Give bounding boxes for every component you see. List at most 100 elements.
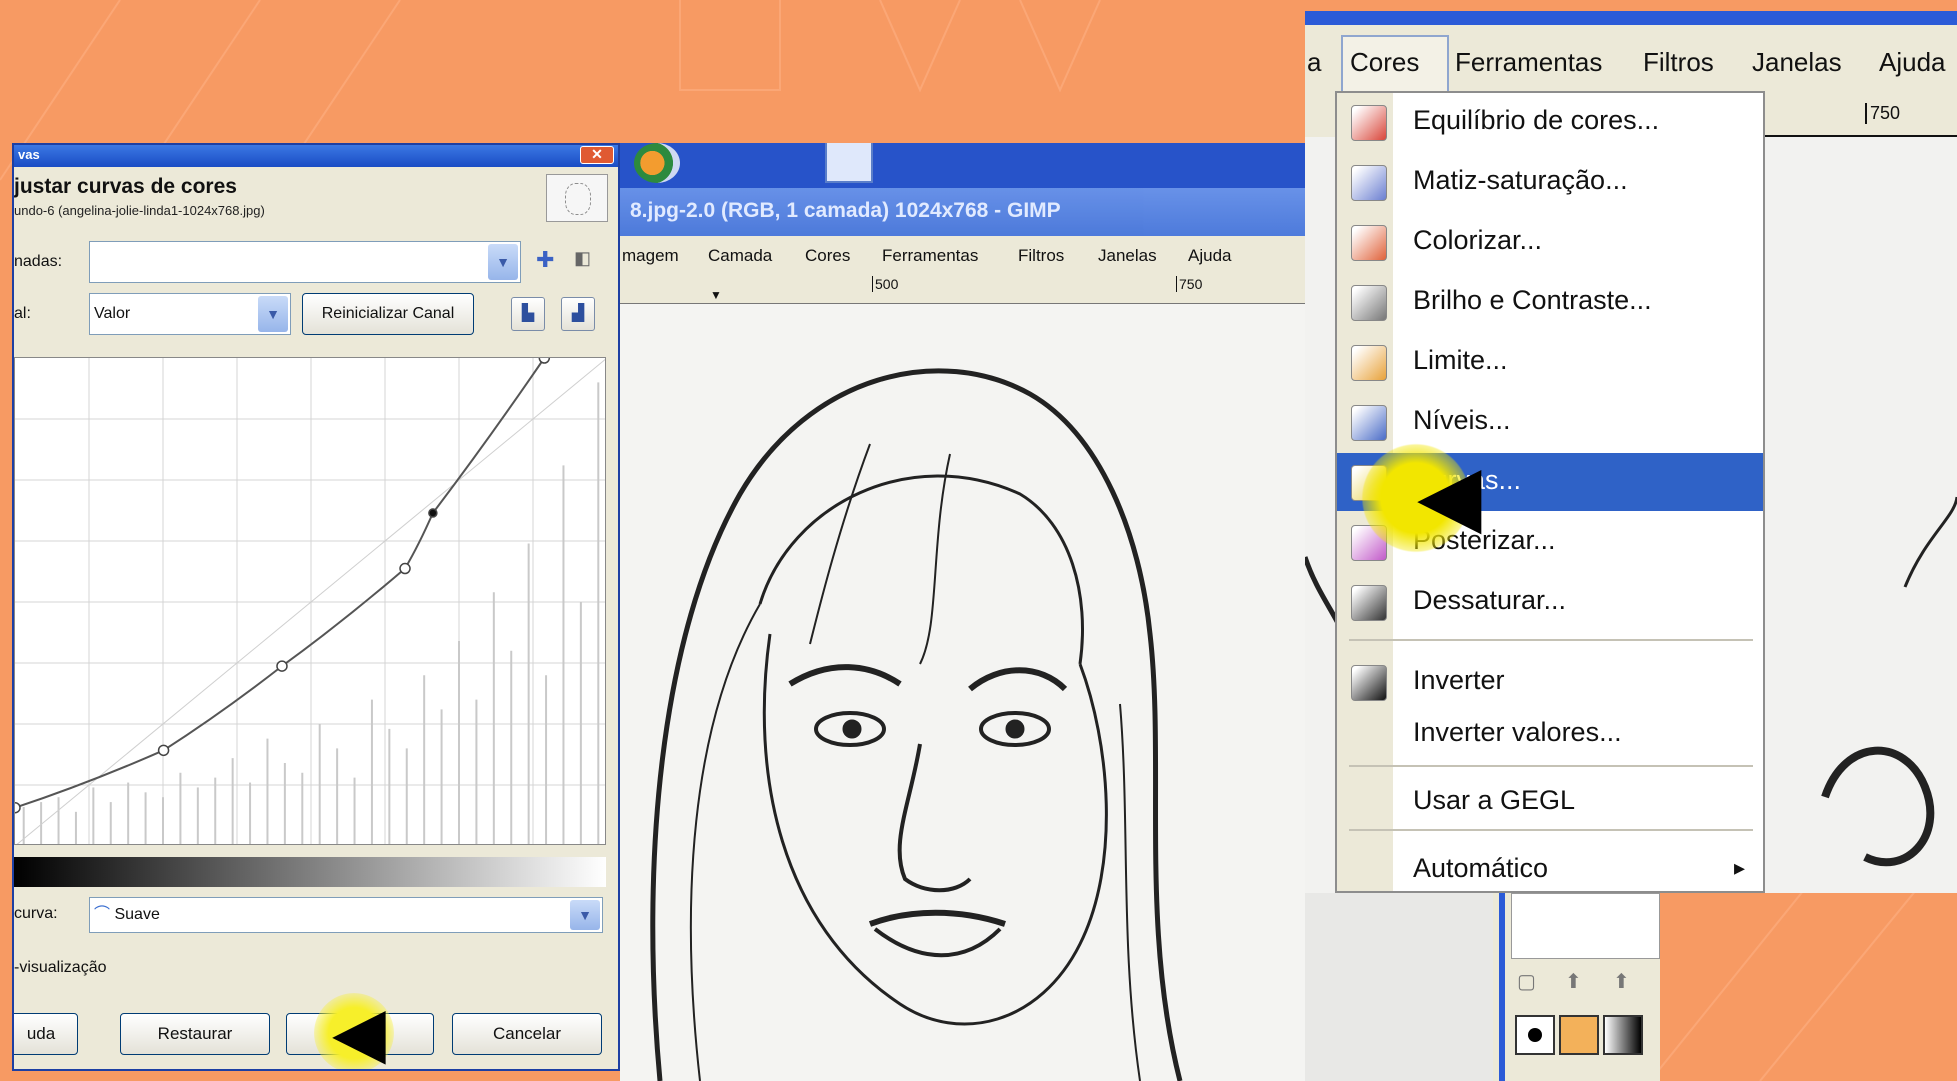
- menu-item-usar-a-gegl[interactable]: Usar a GEGL: [1337, 773, 1763, 831]
- menu-item-label: Inverter valores...: [1413, 717, 1622, 747]
- hand-cursor-icon: ◀: [1417, 448, 1482, 542]
- channel-combo[interactable]: Valor ▼: [89, 293, 291, 335]
- ruler-pointer-icon: ▼: [710, 288, 722, 302]
- menu-colors[interactable]: Cores: [1350, 47, 1419, 78]
- canvas-fragment: [1305, 893, 1493, 1081]
- menu-item-label: Dessaturar...: [1413, 585, 1567, 615]
- menu-item-matiz-satura-o[interactable]: Matiz-saturação...: [1337, 153, 1763, 211]
- zoomed-ruler: 750: [1765, 101, 1957, 137]
- smooth-curve-icon: ⌒: [94, 906, 111, 923]
- levels-icon: [1351, 405, 1387, 441]
- ruler-mark-750: 750: [1176, 276, 1202, 292]
- hand-cursor-icon: ◀: [332, 993, 386, 1071]
- app-icon[interactable]: [634, 143, 680, 183]
- menu-item-colorizar[interactable]: Colorizar...: [1337, 213, 1763, 271]
- menu-item-dessaturar[interactable]: Dessaturar...: [1337, 573, 1763, 631]
- menu-item-label: Limite...: [1413, 345, 1508, 375]
- tool-options-area: [1511, 893, 1660, 959]
- image-menubar: magem Camada Cores Ferramentas Filtros J…: [620, 236, 1305, 276]
- menu-image[interactable]: a: [1307, 47, 1321, 78]
- help-button[interactable]: uda: [14, 1013, 78, 1055]
- menu-help[interactable]: Ajuda: [1879, 47, 1946, 78]
- color-balance-icon: [1351, 105, 1387, 141]
- presets-combo[interactable]: ▼: [89, 241, 521, 283]
- cancel-button[interactable]: Cancelar: [452, 1013, 602, 1055]
- brush-icon[interactable]: [1515, 1015, 1555, 1055]
- ruler-mark-750: 750: [1865, 103, 1900, 124]
- menu-item-label: Automático: [1413, 853, 1549, 883]
- curve-type-value: Suave: [114, 906, 160, 923]
- value-gradient-bar: [14, 857, 606, 887]
- preview-label: -visualização: [14, 959, 107, 976]
- curve-control-point[interactable]: [14, 801, 21, 814]
- desaturate-icon: [1351, 585, 1387, 621]
- image-thumbnail-icon: [546, 174, 608, 222]
- new-document-icon[interactable]: ▢: [1517, 969, 1536, 994]
- preset-menu-icon[interactable]: ◧: [574, 249, 591, 267]
- menu-item-label: Equilíbrio de cores...: [1413, 105, 1660, 135]
- menu-item-label: Inverter: [1413, 665, 1505, 695]
- curve-control-point[interactable]: [399, 562, 411, 575]
- hue-saturation-icon: [1351, 165, 1387, 201]
- menu-item-label: Níveis...: [1413, 405, 1511, 435]
- threshold-icon: [1351, 345, 1387, 381]
- toolbox-panel: ▢ ⬆ ⬆: [1305, 893, 1660, 1081]
- arrow-icon[interactable]: ⬆: [1613, 969, 1630, 994]
- menu-item-label: Usar a GEGL: [1413, 785, 1576, 815]
- menu-item-limite[interactable]: Limite...: [1337, 333, 1763, 391]
- curve-control-point[interactable]: [428, 508, 438, 518]
- ruler-mark-500: 500: [872, 276, 898, 292]
- menu-item-brilho-e-contraste[interactable]: Brilho e Contraste...: [1337, 273, 1763, 331]
- gradient-icon[interactable]: [1603, 1015, 1643, 1055]
- curve-control-point[interactable]: [157, 744, 170, 757]
- horizontal-ruler: 500 750 ▼: [620, 276, 1305, 304]
- menu-separator: [1349, 639, 1753, 641]
- curve-control-point[interactable]: [538, 357, 551, 364]
- curve-control-point[interactable]: [276, 660, 288, 672]
- curve-graph[interactable]: [14, 357, 606, 845]
- curve-type-combo[interactable]: ⌒ Suave ▼: [89, 897, 603, 933]
- chevron-down-icon[interactable]: ▼: [258, 296, 288, 332]
- menu-tools[interactable]: Ferramentas: [1455, 47, 1602, 78]
- channel-value: Valor: [94, 305, 131, 322]
- chevron-down-icon[interactable]: ▼: [488, 244, 518, 280]
- colors-dropdown-menu: Equilíbrio de cores... Matiz-saturação...…: [1335, 91, 1765, 893]
- menu-windows[interactable]: Janelas: [1752, 47, 1842, 78]
- add-preset-icon[interactable]: ✚: [536, 249, 554, 271]
- zoom-window-border: [1305, 11, 1957, 25]
- menu-item-inverter[interactable]: Inverter: [1337, 653, 1763, 711]
- linear-histogram-icon[interactable]: ▙: [511, 297, 545, 331]
- restore-button[interactable]: Restaurar: [120, 1013, 270, 1055]
- menu-item-inverter-valores[interactable]: Inverter valores...: [1337, 705, 1763, 763]
- dialog-heading: justar curvas de cores: [14, 175, 237, 198]
- menu-separator: [1349, 765, 1753, 767]
- menu-tools[interactable]: Ferramentas: [882, 246, 978, 266]
- menu-help[interactable]: Ajuda: [1188, 246, 1231, 266]
- menu-separator: [1349, 829, 1753, 831]
- invert-icon: [1351, 665, 1387, 701]
- menu-colors[interactable]: Cores: [805, 246, 850, 266]
- dialog-titlebar[interactable]: vas ✕: [14, 145, 618, 167]
- document-icon[interactable]: [825, 143, 873, 183]
- submenu-arrow-icon: ▸: [1733, 855, 1745, 880]
- chevron-down-icon[interactable]: ▼: [570, 900, 600, 930]
- menu-layer[interactable]: Camada: [708, 246, 772, 266]
- colorize-icon: [1351, 225, 1387, 261]
- close-icon[interactable]: ✕: [580, 146, 614, 164]
- menu-item-equil-brio-de-cores[interactable]: Equilíbrio de cores...: [1337, 93, 1763, 151]
- menu-filters[interactable]: Filtros: [1643, 47, 1714, 78]
- canvas-pencil-sketch[interactable]: [620, 304, 1305, 1081]
- menu-item-autom-tico[interactable]: Automático ▸: [1337, 841, 1763, 893]
- menu-filters[interactable]: Filtros: [1018, 246, 1064, 266]
- menu-item-label: Colorizar...: [1413, 225, 1543, 255]
- menu-item-label: Brilho e Contraste...: [1413, 285, 1652, 315]
- pattern-icon[interactable]: [1559, 1015, 1599, 1055]
- reset-channel-button[interactable]: Reinicializar Canal: [302, 293, 474, 335]
- preview-checkbox[interactable]: -visualização: [14, 959, 106, 977]
- zoomed-menubar: a Cores Ferramentas Filtros Janelas Ajud…: [1305, 25, 1957, 101]
- menu-windows[interactable]: Janelas: [1098, 246, 1157, 266]
- menu-item-n-veis[interactable]: Níveis...: [1337, 393, 1763, 451]
- log-histogram-icon[interactable]: ▟: [561, 297, 595, 331]
- arrow-up-icon[interactable]: ⬆: [1565, 969, 1582, 994]
- menu-image[interactable]: magem: [622, 246, 679, 266]
